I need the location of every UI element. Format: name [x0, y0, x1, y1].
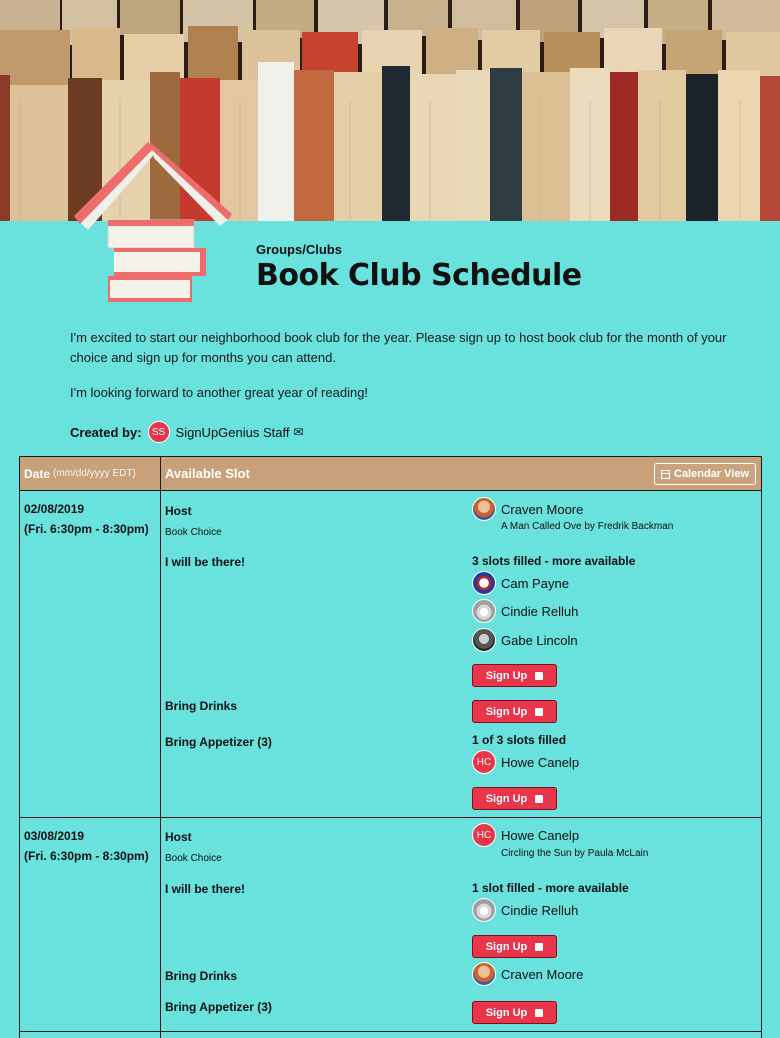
checkbox-icon	[535, 1008, 544, 1017]
avatar: SS	[147, 421, 170, 443]
avatar	[472, 599, 496, 623]
checkbox-icon	[535, 671, 544, 680]
page-title: Book Club Schedule	[256, 258, 582, 293]
sign-up-button[interactable]: Sign Up	[472, 787, 557, 810]
date-column-header: Date (mm/dd/yyyy EDT)	[20, 457, 161, 490]
avatar	[472, 962, 496, 986]
table-row	[20, 1032, 761, 1038]
slot-host: Host	[165, 830, 192, 844]
drinks-person: Craven Moore	[472, 962, 583, 986]
table-header: Date (mm/dd/yyyy EDT) Available Slot Cal…	[20, 457, 761, 491]
slot-drinks: Bring Drinks	[165, 969, 238, 983]
avatar	[472, 497, 496, 521]
signup-table: Date (mm/dd/yyyy EDT) Available Slot Cal…	[19, 456, 762, 1038]
appetizer-person: HC Howe Canelp	[472, 750, 579, 774]
created-by-label: Created by:	[70, 424, 142, 440]
sign-up-button[interactable]: Sign Up	[472, 935, 557, 958]
row-time: (Fri. 6:30pm - 8:30pm)	[24, 522, 149, 536]
attendee: Cindie Relluh	[472, 599, 578, 623]
calendar-icon	[661, 469, 670, 479]
book-house-icon	[70, 140, 240, 310]
slot-appetizer: Bring Appetizer (3)	[165, 1000, 272, 1014]
row-date: 03/08/2019	[24, 829, 85, 843]
intro-paragraph: I'm excited to start our neighborhood bo…	[70, 330, 727, 365]
attend-status: 1 slot filled - more available	[472, 881, 629, 895]
table-row: 02/08/2019 (Fri. 6:30pm - 8:30pm) Host B…	[20, 491, 761, 818]
slot-host-sub: Book Choice	[165, 527, 222, 538]
slot-drinks: Bring Drinks	[165, 699, 238, 713]
checkbox-icon	[535, 942, 544, 951]
appetizer-status: 1 of 3 slots filled	[472, 733, 567, 747]
slot-column-header: Available Slot	[165, 466, 250, 481]
avatar	[472, 898, 496, 922]
checkbox-icon	[535, 794, 544, 803]
host-person: Craven Moore	[472, 497, 583, 521]
creator-name[interactable]: SignUpGenius Staff	[176, 425, 290, 440]
sign-up-button[interactable]: Sign Up	[472, 700, 557, 723]
category-label: Groups/Clubs	[256, 242, 342, 257]
calendar-view-button[interactable]: Calendar View	[654, 463, 756, 485]
created-by: Created by: SS SignUpGenius Staff ✉	[70, 421, 304, 443]
host-note: A Man Called Ove by Fredrik Backman	[501, 521, 674, 532]
envelope-icon[interactable]: ✉	[293, 425, 303, 439]
slot-attend: I will be there!	[165, 882, 246, 896]
slot-appetizer: Bring Appetizer (3)	[165, 735, 272, 749]
attendee: Cam Payne	[472, 571, 569, 595]
checkbox-icon	[535, 707, 544, 716]
host-note: Circling the Sun by Paula McLain	[501, 848, 649, 859]
slot-host-sub: Book Choice	[165, 853, 222, 864]
avatar	[472, 628, 496, 652]
avatar	[472, 571, 496, 595]
host-person: HC Howe Canelp	[472, 823, 579, 847]
avatar: HC	[472, 750, 496, 774]
sign-up-button[interactable]: Sign Up	[472, 1001, 557, 1024]
avatar: HC	[472, 823, 496, 847]
intro-paragraph-2: I'm looking forward to another great yea…	[70, 385, 369, 400]
table-row: 03/08/2019 (Fri. 6:30pm - 8:30pm) Host B…	[20, 818, 761, 1032]
attend-status: 3 slots filled - more available	[472, 554, 636, 568]
row-time: (Fri. 6:30pm - 8:30pm)	[24, 849, 149, 863]
attendee: Cindie Relluh	[472, 898, 578, 922]
slot-attend: I will be there!	[165, 555, 246, 569]
slot-host: Host	[165, 504, 192, 518]
row-date: 02/08/2019	[24, 502, 85, 516]
sign-up-button[interactable]: Sign Up	[472, 664, 557, 687]
attendee: Gabe Lincoln	[472, 628, 578, 652]
